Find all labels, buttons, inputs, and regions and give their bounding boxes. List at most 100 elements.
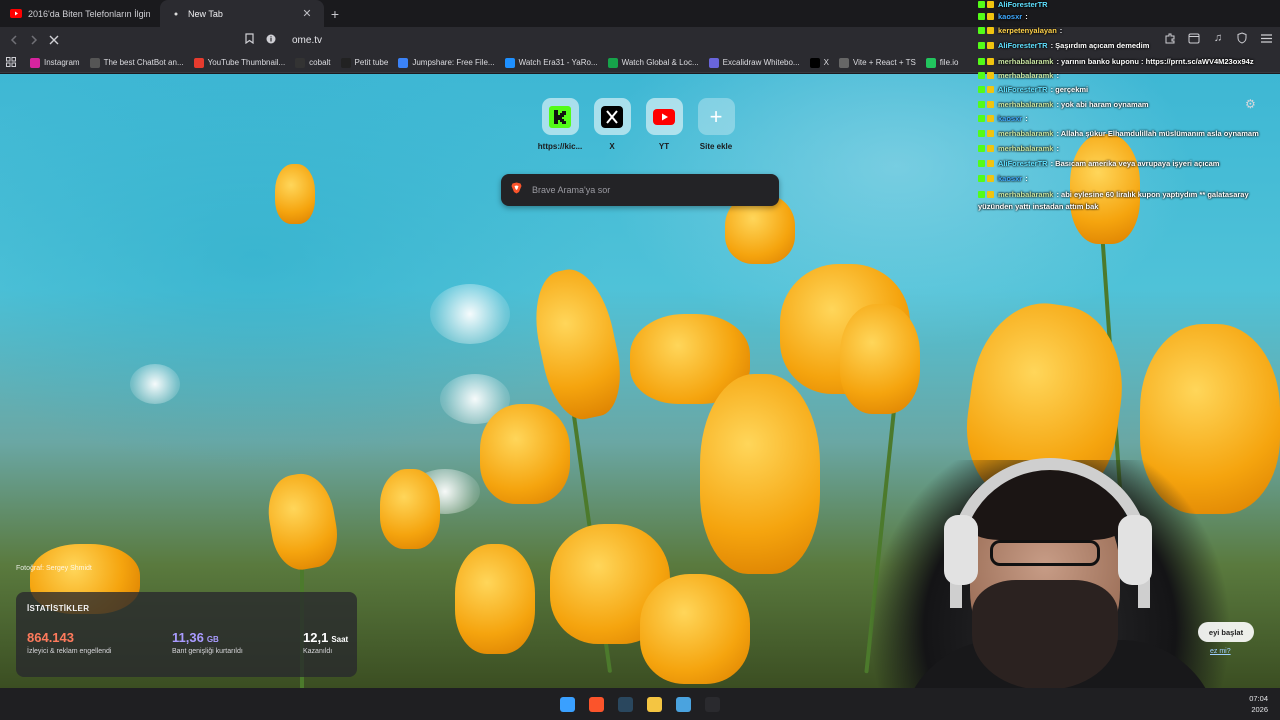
x-icon[interactable] — [593, 98, 631, 135]
top-site-add[interactable]: + Site ekle — [696, 98, 736, 151]
bookmark-item[interactable]: Petit tube — [340, 57, 389, 68]
photos-icon-glyph — [676, 697, 691, 712]
back-button[interactable] — [4, 30, 24, 50]
stop-button[interactable] — [44, 30, 64, 50]
chat-message: AliForesterTR: Basıcam amerika veya avru… — [978, 159, 1219, 168]
site-info-icon[interactable] — [266, 31, 276, 49]
stat-label: Kazanıldı — [303, 648, 333, 655]
chat-text: : — [1025, 174, 1028, 183]
subscriber-badge-icon — [987, 160, 994, 167]
apps-grid-icon[interactable] — [6, 54, 16, 72]
folder-icon-glyph — [647, 697, 662, 712]
stat-bandwidth: 11,36 GB Bant genişliği kurtarıldı — [172, 630, 243, 655]
chat-text: : Allaha şükur Elhamdulillah müslümanım … — [1056, 129, 1259, 138]
youtube-icon[interactable] — [645, 98, 683, 135]
bookmark-label: Petit tube — [354, 58, 389, 67]
search-input[interactable]: Brave Arama'ya sor — [532, 185, 610, 195]
photos-icon[interactable] — [672, 693, 695, 716]
bookmark-icon[interactable] — [245, 31, 254, 49]
kick-badge-icon — [978, 42, 985, 49]
bookmark-item[interactable]: Instagram — [30, 57, 80, 68]
chat-username: merhabalaramk — [998, 129, 1054, 138]
system-clock[interactable]: 07:04 2026 — [1249, 693, 1268, 715]
bookmark-label: cobalt — [309, 58, 331, 67]
brave-icon[interactable] — [585, 693, 608, 716]
wallpaper-flower — [275, 164, 315, 224]
bookmark-item[interactable]: Vite + React + TS — [838, 57, 916, 68]
chevron-right-icon — [31, 35, 38, 45]
bookmark-item[interactable]: YouTube Thumbnail... — [193, 57, 285, 68]
obs-icon-glyph — [705, 697, 720, 712]
bookmark-item[interactable]: The best ChatBot an... — [89, 57, 184, 68]
chatbot-icon — [89, 57, 100, 68]
subscriber-badge-icon — [987, 115, 994, 122]
brave-icon-glyph — [589, 697, 604, 712]
stats-widget: İSTATİSTİKLER 864.143 İzleyici & reklam … — [16, 592, 357, 677]
top-site-x[interactable]: X — [592, 98, 632, 151]
taskbar-apps — [556, 693, 724, 716]
stats-heading: İSTATİSTİKLER — [27, 604, 90, 613]
bookmark-item[interactable]: cobalt — [295, 57, 331, 68]
chat-text: : — [1025, 114, 1028, 123]
help-link[interactable]: ez mi? — [1210, 648, 1231, 655]
chat-username: AliForesterTR — [998, 159, 1048, 168]
webcam-overlay — [860, 440, 1280, 720]
chat-username: merhabalaramk — [998, 100, 1054, 109]
chat-text: : yok abi haram oynamam — [1056, 100, 1149, 109]
tab-video[interactable]: 2016'da Biten Telefonların İlginç Özelli… — [0, 0, 160, 27]
bookmark-label: X — [823, 58, 829, 67]
watch-icon — [504, 57, 515, 68]
tab-new-tab[interactable]: New Tab ✕ — [160, 0, 324, 27]
folder-icon[interactable] — [643, 693, 666, 716]
bookmark-item[interactable]: file.io — [925, 57, 958, 68]
kick-icon[interactable] — [541, 98, 579, 135]
obs-icon[interactable] — [701, 693, 724, 716]
chat-message: kaosxr: — [978, 114, 1028, 123]
chat-text: : — [1059, 26, 1063, 35]
kick-badge-icon — [978, 145, 985, 152]
tab-title: New Tab — [188, 8, 223, 19]
bookmark-item[interactable]: Watch Global & Loc... — [607, 57, 699, 68]
subscriber-badge-icon — [987, 27, 994, 34]
bookmark-item[interactable]: Excalidraw Whitebo... — [708, 57, 800, 68]
steam-icon[interactable] — [614, 693, 637, 716]
add-icon[interactable]: + — [697, 98, 735, 135]
bookmark-item[interactable]: X — [809, 57, 829, 68]
stat-unit: Saat — [331, 635, 349, 644]
subscriber-badge-icon — [987, 191, 994, 198]
chat-message: merhabalaramk: yarının banko kuponu : ht… — [978, 57, 1254, 66]
chat-message: merhabalaramk: yok abi haram oynamam — [978, 100, 1149, 109]
subscriber-badge-icon — [987, 1, 994, 8]
bookmark-item[interactable]: Jumpshare: Free File... — [398, 57, 495, 68]
top-sites: https://kic... X YT + Site ekle — [538, 98, 736, 151]
subscriber-badge-icon — [987, 72, 994, 79]
url-text[interactable]: ome.tv — [292, 35, 322, 46]
chat-username: merhabalaramk — [998, 71, 1054, 80]
address-bar[interactable]: ome.tv — [245, 30, 965, 50]
close-icon[interactable]: ✕ — [300, 7, 314, 20]
chat-text: : abi eylesine 60 liralık kupon yaptıydı… — [1056, 190, 1249, 199]
new-tab-button[interactable]: + — [324, 0, 346, 27]
forward-button[interactable] — [24, 30, 44, 50]
bookmark-item[interactable]: Watch Era31 - YaRo... — [504, 57, 598, 68]
chat-text: : — [1056, 144, 1059, 153]
windows-icon[interactable] — [556, 693, 579, 716]
stat-label: Bant genişliği kurtarıldı — [172, 648, 243, 655]
top-site-kick[interactable]: https://kic... — [538, 98, 582, 151]
taskbar: 07:04 2026 — [0, 688, 1280, 720]
wallpaper-flower — [525, 262, 630, 426]
start-button[interactable]: eyi başlat — [1198, 622, 1254, 642]
chat-username: kaosxr — [998, 114, 1023, 123]
top-site-youtube[interactable]: YT — [644, 98, 684, 151]
wallpaper-flower-white — [430, 284, 510, 344]
search-box[interactable]: Brave Arama'ya sor — [501, 174, 779, 206]
stream-chat-overlay: AliForesterTR kaosxr: kerpetenyalayan: AliF… — [975, 0, 1280, 230]
headset-ear-right — [1118, 515, 1152, 585]
bookmark-label: Jumpshare: Free File... — [412, 58, 495, 67]
kick-badge-icon — [978, 130, 985, 137]
subscriber-badge-icon — [987, 58, 994, 65]
chat-message: AliForesterTR: gerçekmi — [978, 85, 1088, 94]
kick-badge-icon — [978, 13, 985, 20]
photo-credit[interactable]: Fotoğraf: Sergey Shmidt — [16, 565, 92, 572]
headset-ear-left — [944, 515, 978, 585]
